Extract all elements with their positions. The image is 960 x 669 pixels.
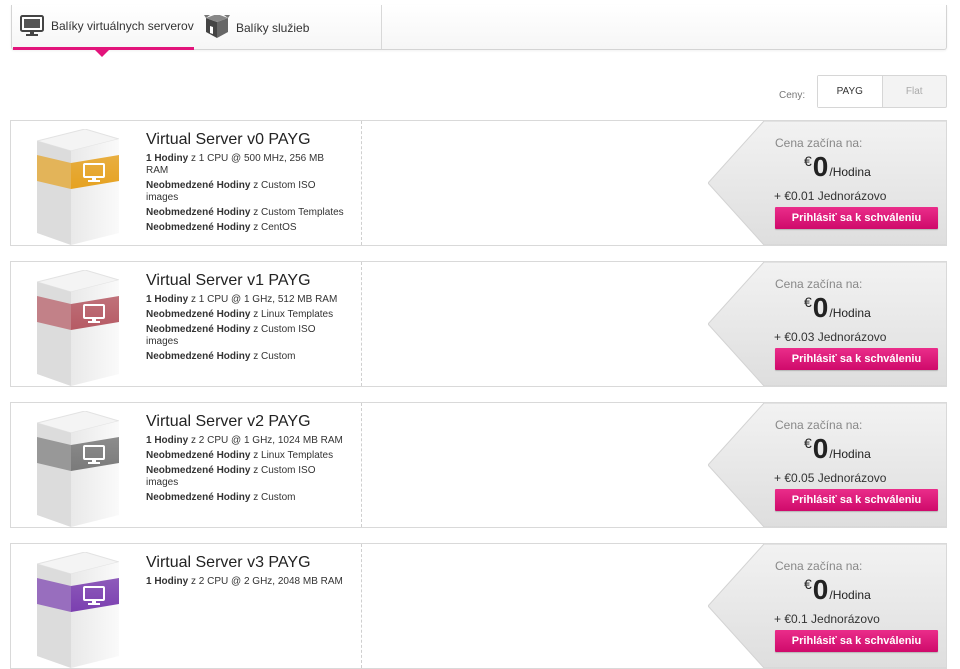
- price-value: 0: [812, 574, 829, 605]
- package-feature: Neobmedzené Hodiny z Linux Templates: [146, 450, 346, 462]
- package-feature: 1 Hodiny z 1 CPU @ 500 MHz, 256 MB RAM: [146, 153, 346, 177]
- price-currency: €: [804, 153, 812, 169]
- price-unit: /Hodina: [829, 588, 871, 602]
- feature-quantity: 1 Hodiny: [146, 576, 189, 587]
- price-unit: /Hodina: [829, 447, 871, 461]
- price-amount: €0/Hodina: [804, 574, 871, 606]
- package-title: Virtual Server v2 PAYG: [146, 413, 311, 430]
- price-panel: Cena začína na: €0/Hodina + €0.05 Jednoráz…: [708, 403, 946, 527]
- price-currency: €: [804, 294, 812, 310]
- feature-quantity: Neobmedzené Hodiny: [146, 492, 251, 503]
- price-label: Cena začína na:: [775, 277, 863, 291]
- card-divider: [361, 403, 362, 527]
- feature-text: z Custom: [250, 351, 296, 362]
- price-value: 0: [812, 292, 829, 323]
- setup-fee: + €0.05 Jednorázovo: [774, 471, 887, 485]
- package-info: Virtual Server v2 PAYG 1 Hodiny z 2 CPU @…: [146, 413, 346, 507]
- feature-text: z 1 CPU @ 1 GHz, 512 MB RAM: [188, 294, 338, 305]
- pricing-option-payg[interactable]: PAYG: [818, 76, 883, 107]
- feature-text: z Custom Templates: [250, 207, 344, 218]
- package-feature: 1 Hodiny z 1 CPU @ 1 GHz, 512 MB RAM: [146, 294, 346, 306]
- package-title: Virtual Server v3 PAYG: [146, 554, 311, 571]
- price-value: 0: [812, 433, 829, 464]
- monitor-icon: [19, 13, 45, 39]
- server-box-image: [35, 410, 121, 527]
- package-info: Virtual Server v1 PAYG 1 Hodiny z 1 CPU @…: [146, 272, 346, 366]
- feature-text: z Linux Templates: [250, 450, 334, 461]
- feature-quantity: Neobmedzené Hodiny: [146, 351, 251, 362]
- feature-quantity: Neobmedzené Hodiny: [146, 207, 251, 218]
- package-feature: Neobmedzené Hodiny z Custom: [146, 351, 346, 363]
- package-feature: Neobmedzené Hodiny z Custom ISO images: [146, 180, 346, 204]
- price-amount: €0/Hodina: [804, 151, 871, 183]
- price-amount: €0/Hodina: [804, 292, 871, 324]
- package-feature: Neobmedzené Hodiny z Custom ISO images: [146, 324, 346, 348]
- feature-text: z CentOS: [250, 222, 297, 233]
- package-feature: Neobmedzené Hodiny z Custom: [146, 492, 346, 504]
- price-panel: Cena začína na: €0/Hodina + €0.01 Jednoráz…: [708, 121, 946, 245]
- request-approval-button[interactable]: Prihlásiť sa k schváleniu: [775, 348, 938, 370]
- tab-virtual-server-packages[interactable]: Balíky virtuálnych serverov: [13, 5, 194, 57]
- server-box-image: [35, 551, 121, 668]
- price-currency: €: [804, 435, 812, 451]
- package-card: Virtual Server v3 PAYG 1 Hodiny z 2 CPU @…: [10, 543, 947, 669]
- feature-quantity: 1 Hodiny: [146, 294, 189, 305]
- feature-quantity: Neobmedzené Hodiny: [146, 180, 251, 191]
- feature-text: z 2 CPU @ 2 GHz, 2048 MB RAM: [188, 576, 343, 587]
- price-amount: €0/Hodina: [804, 433, 871, 465]
- price-label: Cena začína na:: [775, 559, 863, 573]
- price-panel: Cena začína na: €0/Hodina + €0.03 Jednoráz…: [708, 262, 946, 386]
- setup-fee: + €0.01 Jednorázovo: [774, 189, 887, 203]
- package-feature: Neobmedzené Hodiny z CentOS: [146, 222, 346, 234]
- price-label: Cena začína na:: [775, 136, 863, 150]
- feature-quantity: Neobmedzené Hodiny: [146, 465, 251, 476]
- price-label: Cena začína na:: [775, 418, 863, 432]
- tab-label: Balíky služieb: [236, 20, 310, 35]
- feature-text: z Linux Templates: [250, 309, 334, 320]
- server-box-image: [35, 128, 121, 245]
- package-feature: Neobmedzené Hodiny z Custom Templates: [146, 207, 346, 219]
- card-divider: [361, 121, 362, 245]
- package-card: Virtual Server v1 PAYG 1 Hodiny z 1 CPU @…: [10, 261, 947, 387]
- feature-quantity: Neobmedzené Hodiny: [146, 222, 251, 233]
- server-box-image: [35, 269, 121, 386]
- feature-text: z Custom: [250, 492, 296, 503]
- package-card: Virtual Server v2 PAYG 1 Hodiny z 2 CPU @…: [10, 402, 947, 528]
- price-unit: /Hodina: [829, 165, 871, 179]
- feature-quantity: Neobmedzené Hodiny: [146, 309, 251, 320]
- package-box-icon: [204, 14, 230, 41]
- package-title: Virtual Server v0 PAYG: [146, 131, 311, 148]
- tab-label: Balíky virtuálnych serverov: [51, 19, 194, 33]
- setup-fee: + €0.03 Jednorázovo: [774, 330, 887, 344]
- pricing-option-flat[interactable]: Flat: [883, 76, 947, 107]
- setup-fee: + €0.1 Jednorázovo: [774, 612, 880, 626]
- package-feature: 1 Hodiny z 2 CPU @ 1 GHz, 1024 MB RAM: [146, 435, 346, 447]
- feature-quantity: Neobmedzené Hodiny: [146, 450, 251, 461]
- feature-quantity: Neobmedzené Hodiny: [146, 324, 251, 335]
- feature-text: z 2 CPU @ 1 GHz, 1024 MB RAM: [188, 435, 343, 446]
- package-card: Virtual Server v0 PAYG 1 Hodiny z 1 CPU @…: [10, 120, 947, 246]
- package-feature: Neobmedzené Hodiny z Linux Templates: [146, 309, 346, 321]
- package-feature: Neobmedzené Hodiny z Custom ISO images: [146, 465, 346, 489]
- request-approval-button[interactable]: Prihlásiť sa k schváleniu: [775, 489, 938, 511]
- tab-separator: [381, 5, 382, 49]
- feature-quantity: 1 Hodiny: [146, 153, 189, 164]
- package-tabs: Balíky virtuálnych serverov Balíky služi…: [11, 5, 947, 57]
- package-info: Virtual Server v3 PAYG 1 Hodiny z 2 CPU @…: [146, 554, 346, 591]
- card-divider: [361, 544, 362, 668]
- request-approval-button[interactable]: Prihlásiť sa k schváleniu: [775, 207, 938, 229]
- card-divider: [361, 262, 362, 386]
- price-unit: /Hodina: [829, 306, 871, 320]
- pricing-toggle: PAYG Flat: [817, 75, 947, 108]
- package-title: Virtual Server v1 PAYG: [146, 272, 311, 289]
- feature-quantity: 1 Hodiny: [146, 435, 189, 446]
- tab-service-packages[interactable]: Balíky služieb: [198, 5, 382, 50]
- package-info: Virtual Server v0 PAYG 1 Hodiny z 1 CPU @…: [146, 131, 346, 237]
- price-currency: €: [804, 576, 812, 592]
- request-approval-button[interactable]: Prihlásiť sa k schváleniu: [775, 630, 938, 652]
- package-feature: 1 Hodiny z 2 CPU @ 2 GHz, 2048 MB RAM: [146, 576, 346, 588]
- price-value: 0: [812, 151, 829, 182]
- prices-label: Ceny:: [779, 90, 806, 101]
- price-panel: Cena začína na: €0/Hodina + €0.1 Jednorázo…: [708, 544, 946, 668]
